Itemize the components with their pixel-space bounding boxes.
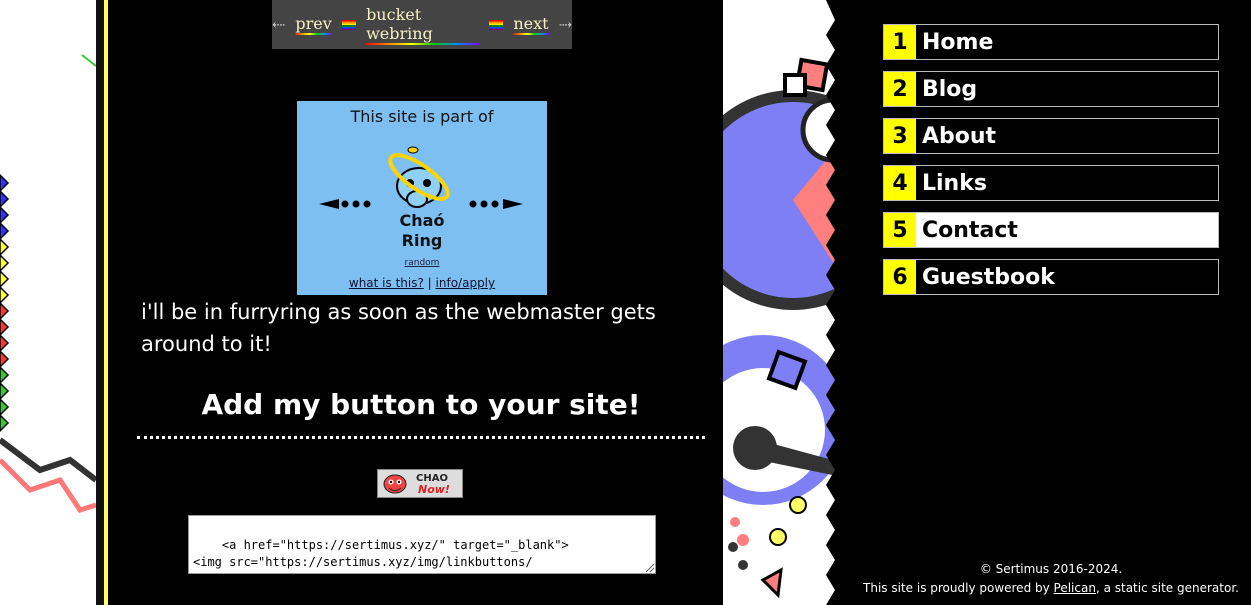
- nav-label: Guestbook: [922, 264, 1055, 290]
- nav-item-guestbook[interactable]: 6 Guestbook: [883, 259, 1219, 295]
- webring-name-link[interactable]: bucket webring: [366, 4, 480, 45]
- copyright-text: © Sertimus 2016-2024.: [979, 562, 1123, 576]
- badge-line2: Now!: [418, 483, 450, 496]
- nav-number: 1: [884, 25, 916, 59]
- nav-number: 3: [884, 119, 916, 153]
- right-arrow-icon: ⇢: [558, 15, 572, 34]
- pride-flag-icon: [489, 19, 504, 30]
- left-arrow-icon: ⇠: [272, 15, 286, 34]
- pride-flag-icon: [341, 19, 357, 30]
- add-button-heading: Add my button to your site!: [201, 388, 641, 421]
- button-code-textarea[interactable]: <a href="https://sertimus.xyz/" target="…: [188, 515, 656, 574]
- nav-number: 6: [884, 260, 916, 294]
- site-footer: © Sertimus 2016-2024. This site is proud…: [851, 560, 1251, 598]
- what-is-this-link[interactable]: what is this?: [349, 276, 424, 290]
- chao-ring-next-arrow-icon[interactable]: [469, 199, 524, 209]
- chao-face-icon: [383, 474, 407, 494]
- chao-mascot-icon: [388, 146, 450, 208]
- main-navigation: 1 Home 2 Blog 3 About 4 Links 5 Contact …: [883, 24, 1219, 306]
- chao-now-link-button[interactable]: CHAO Now!: [377, 469, 463, 498]
- webring-prev-link[interactable]: prev: [295, 14, 332, 35]
- link-separator: |: [427, 276, 432, 290]
- chao-ring-name: Chaó Ring: [399, 211, 445, 250]
- dotted-divider: [137, 436, 705, 439]
- nav-label: Contact: [922, 217, 1018, 243]
- webring-next-link[interactable]: next: [513, 14, 549, 35]
- nav-number: 5: [884, 213, 916, 247]
- nav-label: About: [922, 123, 997, 149]
- zigzag-edge-icon: [0, 173, 10, 433]
- chao-ring-prev-arrow-icon[interactable]: [319, 199, 371, 209]
- chao-ring-intro: This site is part of: [350, 107, 494, 126]
- pelican-link[interactable]: Pelican: [1054, 581, 1096, 595]
- info-apply-link[interactable]: info/apply: [436, 276, 496, 290]
- webring-bar: ⇠ prev bucket webring next ⇢: [272, 0, 572, 49]
- chao-ring-widget: This site is part of Chaó Ring random wh…: [297, 101, 547, 295]
- code-text: <a href="https://sertimus.xyz/" target="…: [193, 538, 569, 573]
- nav-item-links[interactable]: 4 Links: [883, 165, 1219, 201]
- nav-label: Links: [922, 170, 987, 196]
- powered-by-line: This site is proudly powered by Pelican,…: [863, 581, 1239, 595]
- nav-label: Blog: [922, 76, 978, 102]
- nav-item-home[interactable]: 1 Home: [883, 24, 1219, 60]
- main-content: ⇠ prev bucket webring next ⇢ This site i…: [96, 0, 723, 605]
- nav-item-about[interactable]: 3 About: [883, 118, 1219, 154]
- resize-grip-icon[interactable]: [646, 564, 654, 572]
- nav-number: 4: [884, 166, 916, 200]
- chao-ring-random-link[interactable]: random: [297, 258, 547, 268]
- nav-item-blog[interactable]: 2 Blog: [883, 71, 1219, 107]
- nav-number: 2: [884, 72, 916, 106]
- nav-item-contact[interactable]: 5 Contact: [883, 212, 1219, 248]
- left-decoration: [0, 0, 96, 605]
- middle-decoration: [723, 0, 851, 605]
- chao-ring-links: what is this? | info/apply: [297, 276, 547, 290]
- furryring-note: i'll be in furryring as soon as the webm…: [141, 300, 656, 356]
- nav-label: Home: [922, 29, 994, 55]
